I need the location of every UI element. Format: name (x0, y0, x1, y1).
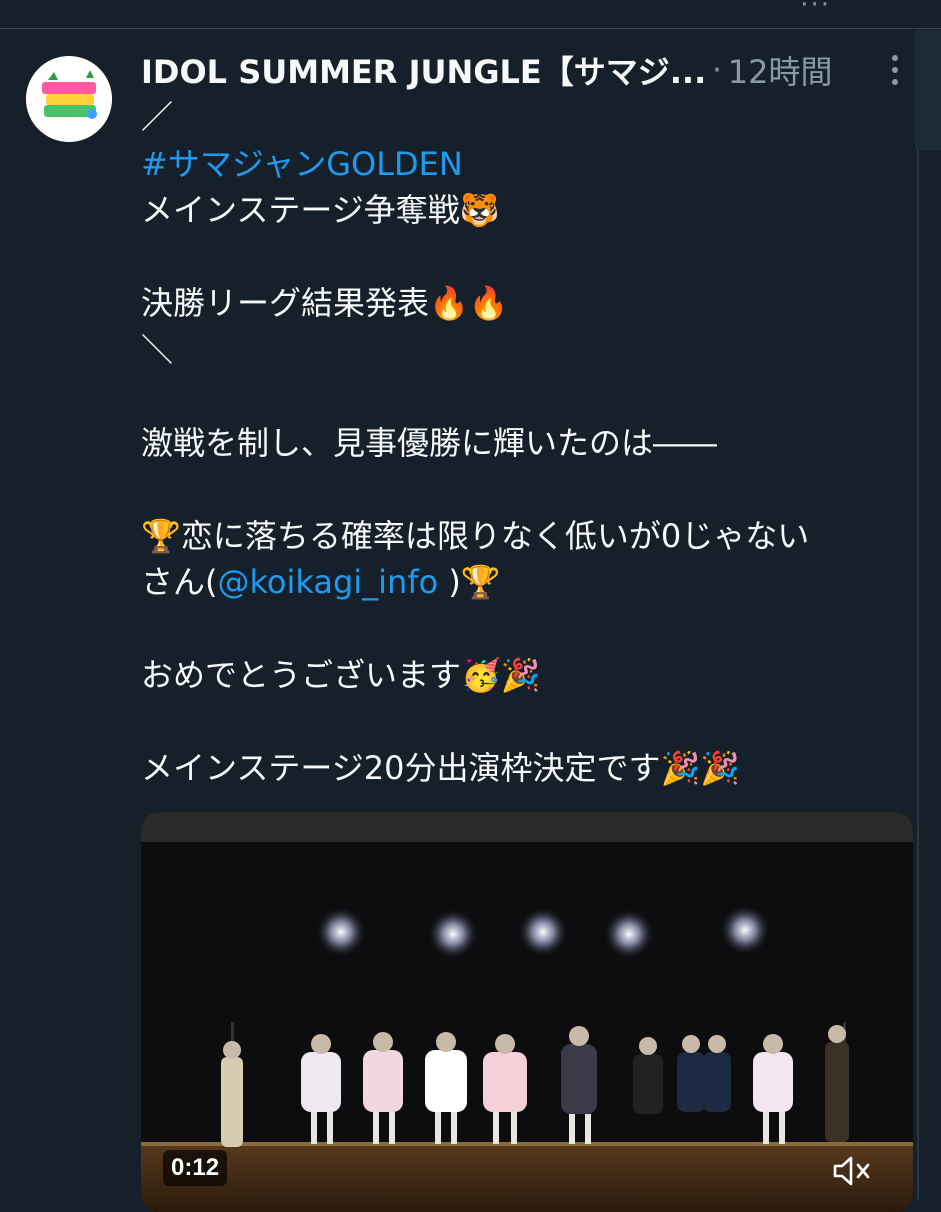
text: 恋に落ちる確率は限りなく低いが0じゃない (180, 516, 810, 555)
hashtag[interactable]: #サマジャンGOLDEN (141, 145, 463, 183)
fire-emoji-icon: 🔥 (429, 284, 469, 322)
text-line-6: ＼ (141, 330, 174, 369)
fire-emoji-icon: 🔥 (468, 284, 509, 322)
party-popper-emoji-icon: 🎉 (660, 749, 701, 787)
text-line-11: さん(@koikagi_info )🏆 (141, 559, 911, 606)
idol-summer-jungle-logo (26, 56, 112, 142)
separator-dot: · (712, 52, 722, 88)
text-line-5: 決勝リーグ結果発表🔥🔥 (141, 280, 911, 327)
text: さん( (141, 563, 218, 601)
mention-link[interactable]: @koikagi_info (218, 563, 439, 601)
text: ) (438, 563, 461, 601)
speaker-muted-icon (833, 1156, 870, 1186)
party-popper-emoji-icon: 🎉 (500, 656, 541, 694)
text-line-1: ／ (141, 98, 174, 136)
text-line-3: メインステージ争奪戦🐯 (141, 187, 911, 234)
stage-video-frame (141, 812, 913, 1212)
text: おめでとうございます (141, 656, 462, 694)
text: メインステージ20分出演枠決定です (141, 749, 661, 787)
text-line-13: おめでとうございます🥳🎉 (141, 652, 911, 699)
header-divider: ··· (0, 0, 941, 29)
post-header: IDOL SUMMER JUNGLE【サマジ... · 12時間 (141, 46, 881, 94)
post-text: ／ #サマジャンGOLDEN メインステージ争奪戦🐯 決勝リーグ結果発表🔥🔥 ＼… (141, 94, 911, 792)
text: 決勝リーグ結果発表 (141, 284, 430, 322)
text-line-15: メインステージ20分出演枠決定です🎉🎉 (141, 745, 911, 792)
display-name[interactable]: IDOL SUMMER JUNGLE【サマジ... (141, 47, 706, 93)
trophy-emoji-icon: 🏆 (460, 563, 501, 601)
scrollbar-thumb[interactable] (915, 30, 941, 150)
partying-face-emoji-icon: 🥳 (461, 656, 501, 694)
text-line-8: 激戦を制し、見事優勝に輝いたのは―― (141, 423, 718, 462)
timestamp[interactable]: 12時間 (728, 47, 833, 93)
text-line-10: 🏆恋に落ちる確率は限りなく低いが0じゃない (141, 513, 911, 560)
more-icon-top: ··· (800, 0, 831, 20)
hashtag-link[interactable]: #サマジャンGOLDEN (141, 141, 911, 188)
mute-button[interactable] (831, 1152, 877, 1190)
party-popper-emoji-icon: 🎉 (700, 749, 741, 787)
video-timestamp: 0:12 (163, 1150, 228, 1186)
text: メインステージ争奪戦 (141, 191, 460, 229)
scrollbar-track[interactable] (917, 30, 919, 1200)
tiger-emoji-icon: 🐯 (459, 191, 500, 229)
more-options-button[interactable] (878, 50, 912, 90)
vertical-dots-icon (892, 55, 898, 85)
trophy-emoji-icon: 🏆 (141, 516, 181, 555)
avatar[interactable] (26, 56, 112, 142)
video-player[interactable]: 0:12 (141, 812, 913, 1212)
